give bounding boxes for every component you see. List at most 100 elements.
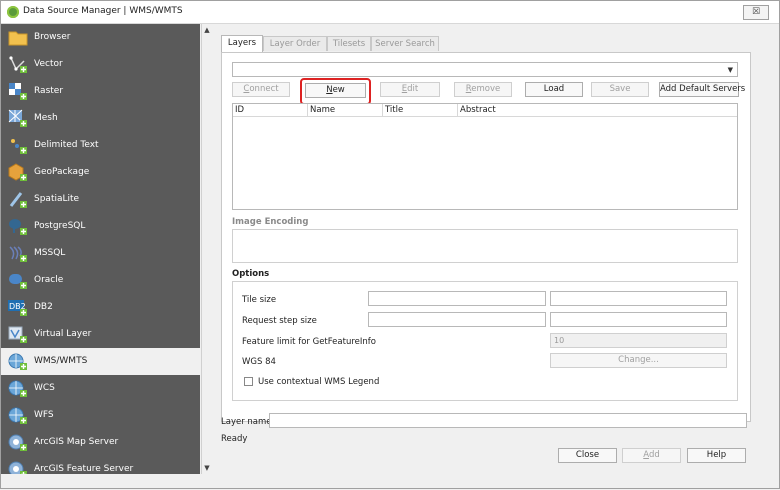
change-crs-button[interactable]: Change... [550, 353, 727, 368]
sidebar-item-geopackage[interactable]: GeoPackage [1, 159, 200, 186]
sidebar-item-mesh[interactable]: Mesh [1, 105, 200, 132]
close-window-button[interactable]: ☒ [743, 5, 769, 20]
layer-name-label: Layer name [221, 417, 272, 427]
arcgis-map-icon [8, 434, 27, 451]
step-height-input[interactable] [550, 312, 727, 327]
data-source-manager-window: Data Source Manager | WMS/WMTS ☒ Browser… [0, 0, 780, 489]
close-button[interactable]: Close [558, 448, 617, 463]
sidebar-item-wfs[interactable]: WFS [1, 402, 200, 429]
wms-icon [8, 353, 27, 370]
sidebar-item-label: ArcGIS Feature Server [34, 464, 134, 474]
window-title: Data Source Manager | WMS/WMTS [23, 6, 183, 16]
arcgis-feature-icon [8, 461, 27, 474]
sidebar-item-spatialite[interactable]: SpatiaLite [1, 186, 200, 213]
sidebar: Browser Vector Raster Mesh Delimited Tex… [1, 24, 200, 474]
sidebar-item-browser[interactable]: Browser [1, 24, 200, 51]
main-content: Layers Layer Order Tilesets Server Searc… [214, 24, 779, 490]
sidebar-item-label: DB2 [34, 302, 53, 312]
sidebar-item-wms-wmts[interactable]: WMS/WMTS [1, 348, 200, 375]
delimited-text-icon [11, 139, 27, 154]
save-button[interactable]: Save [591, 82, 649, 97]
help-button[interactable]: Help [687, 448, 746, 463]
sidebar-item-postgresql[interactable]: PostgreSQL [1, 213, 200, 240]
add-button[interactable]: Add [622, 448, 681, 463]
sidebar-item-label: Delimited Text [34, 140, 99, 150]
sidebar-item-db2[interactable]: DB2 DB2 [1, 294, 200, 321]
title-bar: Data Source Manager | WMS/WMTS ☒ [1, 1, 779, 24]
feature-limit-label: Feature limit for GetFeatureInfo [242, 337, 376, 347]
folder-icon [8, 31, 28, 46]
edit-button[interactable]: Edit [380, 82, 440, 97]
sidebar-item-oracle[interactable]: Oracle [1, 267, 200, 294]
sidebar-item-label: Raster [34, 86, 64, 96]
sidebar-item-label: WCS [34, 383, 55, 393]
column-header-abstract[interactable]: Abstract [458, 104, 737, 116]
raster-icon [9, 83, 27, 100]
sidebar-item-wcs[interactable]: WCS [1, 375, 200, 402]
new-button-highlight [300, 78, 371, 105]
status-text: Ready [221, 434, 248, 444]
sidebar-item-label: Vector [34, 59, 63, 69]
wcs-icon [8, 380, 27, 397]
scroll-up-icon[interactable]: ▲ [203, 26, 211, 34]
mesh-icon [8, 109, 27, 127]
sidebar-item-vector[interactable]: Vector [1, 51, 200, 78]
load-button[interactable]: Load [525, 82, 583, 97]
sidebar-item-delimited-text[interactable]: Delimited Text [1, 132, 200, 159]
crs-label: WGS 84 [242, 357, 276, 367]
oracle-icon [9, 274, 27, 289]
tile-size-label: Tile size [242, 295, 277, 305]
sidebar-item-arcgis-feature-server[interactable]: ArcGIS Feature Server [1, 456, 200, 474]
sidebar-item-raster[interactable]: Raster [1, 78, 200, 105]
add-default-servers-button[interactable]: Add Default Servers [659, 82, 745, 97]
qgis-logo-icon [7, 6, 19, 18]
table-header: ID Name Title Abstract [233, 104, 737, 117]
tab-server-search[interactable]: Server Search [371, 36, 439, 51]
tab-layers[interactable]: Layers [221, 35, 263, 52]
layers-panel: ▼ Connect New Edit Remove Load Save Add … [221, 52, 751, 422]
image-encoding-label: Image Encoding [232, 217, 309, 227]
tab-tilesets[interactable]: Tilesets [327, 36, 371, 51]
vector-icon [9, 56, 27, 73]
remove-button[interactable]: Remove [454, 82, 512, 97]
image-encoding-group [232, 229, 738, 263]
column-header-id[interactable]: ID [233, 104, 308, 116]
sidebar-item-virtual-layer[interactable]: Virtual Layer [1, 321, 200, 348]
sidebar-item-mssql[interactable]: MSSQL [1, 240, 200, 267]
chevron-down-icon: ▼ [727, 66, 733, 74]
sidebar-item-label: Oracle [34, 275, 64, 285]
sidebar-item-label: ArcGIS Map Server [34, 437, 119, 447]
tile-width-input[interactable] [368, 291, 546, 306]
feature-limit-input[interactable]: 10 [550, 333, 727, 348]
mssql-icon [9, 246, 27, 262]
connect-button[interactable]: Connect [232, 82, 290, 97]
sidebar-item-label: Virtual Layer [34, 329, 92, 339]
sidebar-item-label: Browser [34, 32, 71, 42]
layer-name-input[interactable] [269, 413, 747, 428]
sidebar-item-label: GeoPackage [34, 167, 90, 177]
sidebar-item-label: Mesh [34, 113, 58, 123]
sidebar-item-label: WMS/WMTS [34, 356, 88, 366]
postgresql-icon [9, 219, 27, 235]
contextual-legend-label: Use contextual WMS Legend [258, 377, 380, 387]
connection-select[interactable]: ▼ [232, 62, 738, 77]
wfs-icon [8, 407, 27, 424]
spatialite-icon [9, 192, 27, 208]
tab-layer-order[interactable]: Layer Order [263, 36, 327, 51]
tile-height-input[interactable] [550, 291, 727, 306]
virtual-layer-icon [8, 326, 27, 343]
scroll-down-icon[interactable]: ▼ [203, 464, 211, 472]
step-width-input[interactable] [368, 312, 546, 327]
geopackage-icon [8, 163, 27, 181]
contextual-legend-checkbox[interactable] [244, 377, 253, 386]
sidebar-item-label: SpatiaLite [34, 194, 80, 204]
column-header-name[interactable]: Name [308, 104, 383, 116]
options-label: Options [232, 269, 270, 279]
sidebar-item-label: MSSQL [34, 248, 66, 258]
request-step-size-label: Request step size [242, 316, 317, 326]
layers-table[interactable]: ID Name Title Abstract [232, 103, 738, 210]
db2-icon: DB2 [8, 300, 27, 316]
column-header-title[interactable]: Title [383, 104, 458, 116]
sidebar-item-arcgis-map-server[interactable]: ArcGIS Map Server [1, 429, 200, 456]
sidebar-scrollbar[interactable]: ▲ ▼ [201, 24, 212, 474]
